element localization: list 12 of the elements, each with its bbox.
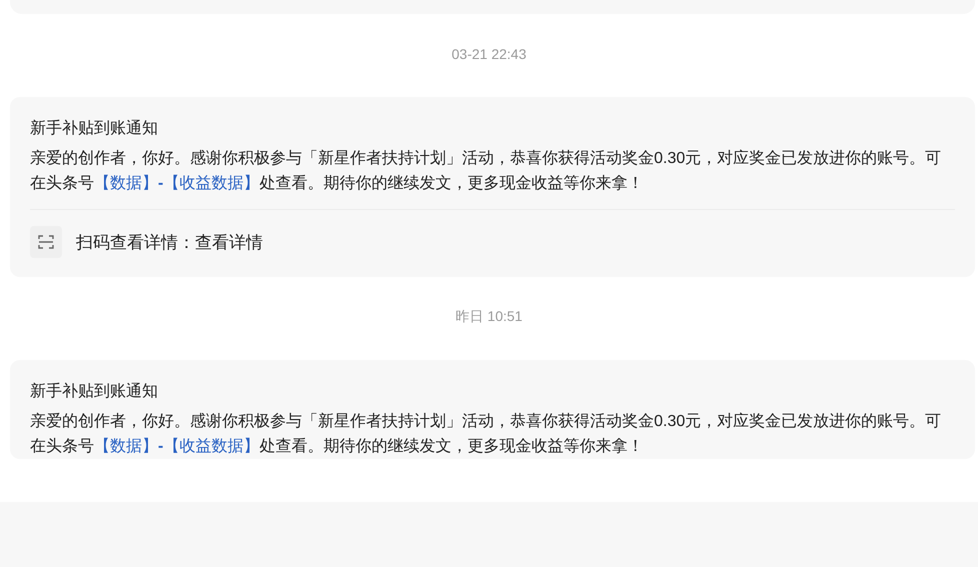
message-text: 亲爱的创作者，你好。感谢你积极参与「新星作者扶持计划」活动，恭喜你获得活动奖金0.30元，对应奖金已发放进你的账号。可在头条号【数据】-【收益数据】处查看。期待你的继续发文，更多现金收益等你来拿！ [30,412,942,457]
message-title: 新手补贴到账通知 [30,382,159,402]
scan-details-text: 扫码查看详情：查看详情 [76,232,263,254]
message-title: 新手补贴到账通知 [30,118,159,139]
link[interactable]: 【收益数据】 [163,175,260,192]
link[interactable]: 【数据】 [94,175,158,192]
timestamp: 昨日 10:51 [456,308,522,326]
message-text: 亲爱的创作者，你好。感谢你积极参与「新星作者扶持计划」活动，恭喜你获得活动奖金0.30元，对应奖金已发放进你的账号。可在头条号【数据】-【收益数据】处查看。期待你的继续发文，更多现金收益等你来拿！ [30,148,942,194]
scan-icon[interactable] [30,226,62,258]
link[interactable]: 【数据】 [94,438,158,455]
timestamp: 03-21 22:43 [452,46,526,62]
link[interactable]: 【收益数据】 [163,438,260,455]
